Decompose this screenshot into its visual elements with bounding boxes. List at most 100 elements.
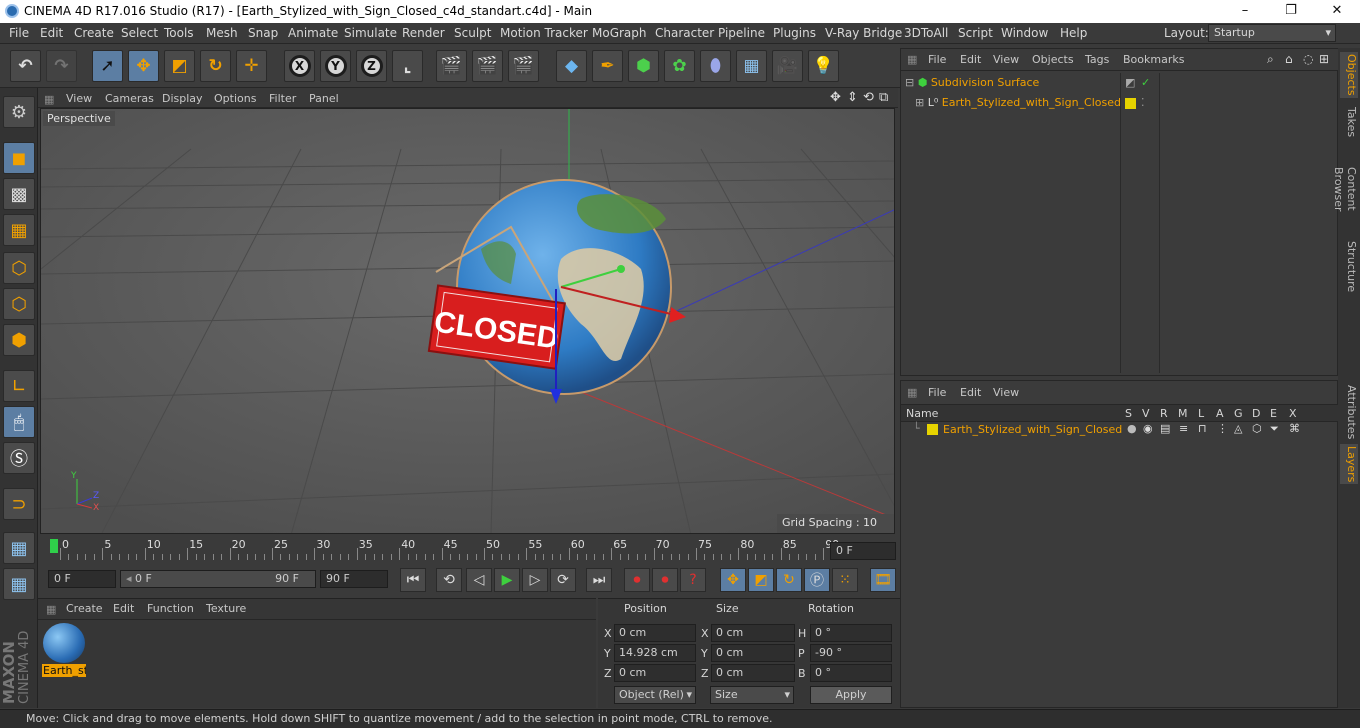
record-keys-button[interactable]: ⏺ [624,568,650,592]
object-row-earth[interactable]: ⊞ L⁰ Earth_Stylized_with_Sign_Closed [915,96,1129,112]
previous-key-button[interactable]: ⟲ [436,568,462,592]
render-settings-button[interactable]: 🎬 [508,50,539,82]
viewport-menu-options[interactable]: Options [214,92,256,105]
object-row-subdivision[interactable]: ⊟ ⬢ Subdivision Surface [905,76,1119,92]
tab-layers[interactable]: Layers [1340,444,1358,484]
tweak-mode-button[interactable]: 🖱 [3,406,35,438]
new-window-icon[interactable]: ⊞ [1319,52,1329,66]
layer-col-generators[interactable]: G [1234,407,1243,420]
layer-menu-edit[interactable]: Edit [960,386,981,399]
menu-script[interactable]: Script [958,26,993,40]
size-x-field[interactable]: 0 cm [711,624,795,642]
viewport-zoom-icon[interactable]: ⇕ [847,90,858,105]
axis-mode-button[interactable]: ∟ [3,370,35,402]
position-z-field[interactable]: 0 cm [614,664,696,682]
layer-col-view[interactable]: V [1142,407,1150,420]
key-pla-button[interactable]: ⁙ [832,568,858,592]
cloner-button[interactable]: ✿ [664,50,695,82]
menu-edit[interactable]: Edit [40,26,63,40]
layer-expression-icon[interactable]: ⏷ [1270,422,1279,436]
go-to-end-button[interactable]: ⏭ [586,568,612,592]
render-picture-viewer-button[interactable]: 🎬 [472,50,503,82]
next-key-button[interactable]: ⟳ [550,568,576,592]
minimize-button[interactable]: – [1222,0,1268,23]
menu-snap[interactable]: Snap [248,26,278,40]
gizmo-y-handle[interactable] [617,265,625,273]
object-menu-objects[interactable]: Objects [1032,53,1074,66]
layer-manager-icon[interactable]: ≡ [1179,422,1188,435]
object-menu-file[interactable]: File [928,53,946,66]
menu-window[interactable]: Window [1001,26,1048,40]
apply-button[interactable]: Apply [810,686,892,704]
menu-character[interactable]: Character [655,26,714,40]
z-axis-button[interactable]: Z [356,50,387,82]
layer-col-solo[interactable]: S [1125,407,1132,420]
layer-col-render[interactable]: R [1160,407,1168,420]
size-mode-dropdown[interactable]: Size ▾ [710,686,794,704]
layer-color-swatch[interactable] [927,424,938,435]
material-menu-edit[interactable]: Edit [113,602,134,615]
layer-col-animation[interactable]: A [1216,407,1224,420]
current-frame-field[interactable]: 0 F [830,542,896,560]
make-editable-button[interactable]: ⚙ [3,96,35,128]
end-frame-field[interactable]: 90 F [320,570,388,588]
workplane-lock-button[interactable]: ▦ [3,532,35,564]
layer-col-manager[interactable]: M [1178,407,1188,420]
timeline-window-button[interactable]: 🎞 [870,568,896,592]
menu-mograph[interactable]: MoGraph [592,26,647,40]
viewport-menu-view[interactable]: View [66,92,92,105]
view-icon[interactable]: ◌ [1303,52,1313,66]
timeline-ruler[interactable]: 051015202530354045505560657075808590 0 F [38,536,898,562]
redo-button[interactable]: ↷ [46,50,77,82]
rotation-h-field[interactable]: 0 ° [810,624,892,642]
viewport-menu-panel[interactable]: Panel [309,92,339,105]
layer-animation-icon[interactable]: ⋮ [1217,422,1228,435]
enable-snap-button[interactable]: ⊃ [3,488,35,520]
menu-sculpt[interactable]: Sculpt [454,26,491,40]
tab-takes[interactable]: Takes [1340,104,1358,140]
next-frame-button[interactable]: ▷ [522,568,548,592]
polygons-mode-button[interactable]: ⬢ [3,324,35,356]
object-menu-bookmarks[interactable]: Bookmarks [1123,53,1184,66]
viewport-move-icon[interactable]: ✥ [830,90,841,105]
rotation-p-field[interactable]: -90 ° [810,644,892,662]
viewport-menu-cameras[interactable]: Cameras [105,92,154,105]
search-icon[interactable]: ⌕ [1267,52,1274,67]
position-x-field[interactable]: 0 cm [614,624,696,642]
workplane-align-button[interactable]: ▦ [3,568,35,600]
position-y-field[interactable]: 14.928 cm [614,644,696,662]
render-view-button[interactable]: 🎬 [436,50,467,82]
home-icon[interactable]: ⌂ [1285,52,1293,66]
menu-mesh[interactable]: Mesh [206,26,238,40]
menu-animate[interactable]: Animate [288,26,338,40]
viewport-maximize-icon[interactable]: ⧉ [879,90,888,105]
close-button[interactable]: ✕ [1314,0,1360,23]
rotate-tool-button[interactable]: ↻ [200,50,231,82]
coordinate-system-button[interactable]: ⌞ [392,50,423,82]
recent-tool-button[interactable]: ✛ [236,50,267,82]
previous-frame-button[interactable]: ◁ [466,568,492,592]
subdivision-visibility-icon[interactable]: ◩ [1125,76,1135,89]
key-scale-button[interactable]: ◩ [748,568,774,592]
layer-col-expressions[interactable]: E [1270,407,1277,420]
start-frame-field[interactable]: 0 F [48,570,116,588]
layer-render-icon[interactable]: ▤ [1160,422,1170,435]
texture-mode-button[interactable]: ▩ [3,178,35,210]
layer-deformer-icon[interactable]: ⬡ [1252,422,1262,435]
layer-xref-icon[interactable]: ⌘ [1289,422,1300,435]
menu-simulate[interactable]: Simulate [344,26,397,40]
viewport-rotate-icon[interactable]: ⟲ [863,90,874,105]
tab-structure[interactable]: Structure [1340,240,1358,294]
key-position-button[interactable]: ✥ [720,568,746,592]
layer-col-name[interactable]: Name [906,407,938,420]
material-menu-create[interactable]: Create [66,602,103,615]
enabled-check-icon[interactable]: ✓ [1141,76,1150,89]
menu-motion-tracker[interactable]: Motion Tracker [500,26,588,40]
pen-spline-button[interactable]: ✒ [592,50,623,82]
layout-select[interactable]: Startup ▾ [1208,24,1336,42]
menu-help[interactable]: Help [1060,26,1087,40]
live-selection-button[interactable]: ➚ [92,50,123,82]
go-to-start-button[interactable]: ⏮ [400,568,426,592]
key-rotation-button[interactable]: ↻ [776,568,802,592]
tab-content-browser[interactable]: Content Browser [1332,146,1358,232]
